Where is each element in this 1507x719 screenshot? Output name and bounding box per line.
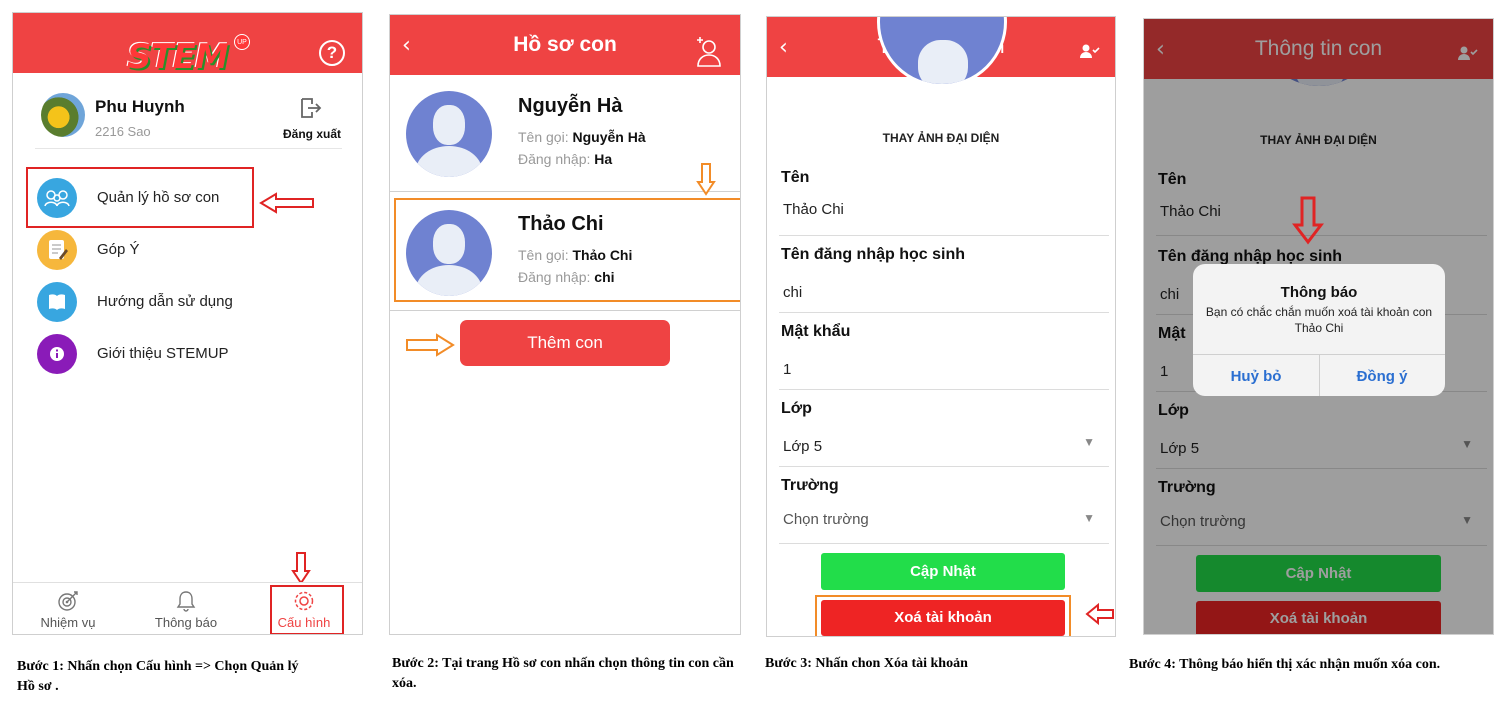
caption-step-3: Bước 3: Nhấn chon Xóa tài khoản — [765, 656, 968, 671]
screen-settings: STEM UP ? Phu Huynh 2216 Sao Đăng xuất Q… — [12, 12, 363, 635]
tab-notifications[interactable]: Thông báo — [146, 583, 226, 634]
logout-icon[interactable] — [298, 96, 322, 120]
menu-label: Hướng dẫn sử dụng — [97, 293, 233, 310]
highlight-box-delete — [815, 595, 1071, 636]
user-score: 2216 Sao — [95, 124, 151, 139]
screen-delete-confirm: ‹ Thông tin con THAY ẢNH ĐẠI DIỆN Tên Th… — [1143, 18, 1494, 635]
name-field[interactable]: Thảo Chi — [783, 201, 844, 218]
highlight-box-settings — [270, 585, 344, 634]
screen-child-profiles: ‹ Hồ sơ con Nguyễn Hà Tên gọi: Nguyễn Hà… — [389, 14, 741, 635]
login-label: Tên đăng nhập học sinh — [781, 246, 965, 263]
highlight-box-manage — [26, 167, 254, 228]
arrow-right-icon — [406, 333, 455, 357]
logo-up-badge: UP — [234, 34, 250, 50]
user-avatar — [41, 93, 85, 137]
caption-step-2: Bước 2: Tại trang Hồ sơ con nhấn chọn th… — [392, 656, 734, 691]
child-login-line: Đăng nhập: Ha — [518, 151, 613, 167]
school-select[interactable]: Chọn trường — [783, 511, 869, 528]
arrow-left-icon — [1085, 602, 1114, 626]
tab-label: Thông báo — [154, 615, 218, 630]
cancel-button[interactable]: Huỷ bỏ — [1193, 368, 1319, 385]
change-photo-link[interactable]: THAY ẢNH ĐẠI DIỆN — [767, 131, 1115, 145]
confirm-button[interactable]: Đồng ý — [1319, 368, 1445, 385]
caption-step-4: Bước 4: Thông báo hiển thị xác nhận muốn… — [1129, 657, 1441, 672]
book-icon — [37, 282, 77, 322]
divider — [779, 466, 1109, 467]
dropdown-caret-icon[interactable]: ▼ — [1083, 511, 1095, 525]
tab-missions[interactable]: Nhiệm vụ — [28, 583, 108, 634]
caption-step-1: Bước 1: Nhấn chọn Cấu hình => Chọn Quản … — [17, 659, 299, 694]
info-icon — [37, 334, 77, 374]
page-title: Hồ sơ con — [513, 33, 617, 56]
user-check-icon[interactable] — [1080, 43, 1100, 59]
menu-item-about[interactable]: Giới thiệu STEMUP — [35, 334, 335, 374]
divider — [779, 235, 1109, 236]
menu-item-guide[interactable]: Hướng dẫn sử dụng — [35, 282, 335, 322]
divider — [779, 389, 1109, 390]
menu-item-feedback[interactable]: Góp Ý — [35, 230, 335, 270]
add-child-button[interactable]: Thêm con — [460, 320, 670, 366]
divider — [779, 543, 1109, 544]
child-avatar — [406, 91, 492, 177]
help-icon[interactable]: ? — [319, 40, 345, 66]
confirm-dialog: Thông báo Bạn có chắc chắn muốn xoá tài … — [1193, 264, 1445, 396]
dialog-message: Bạn có chắc chắn muốn xoá tài khoản con … — [1205, 305, 1433, 335]
app-header: ‹ Hồ sơ con — [390, 15, 740, 75]
class-label: Lớp — [781, 400, 812, 417]
arrow-down-icon — [1292, 196, 1324, 245]
arrow-down-icon — [696, 163, 716, 196]
screen-child-info: ‹ Thông tin con THAY ẢNH ĐẠI DIỆN Tên Th… — [766, 16, 1116, 637]
arrow-left-icon — [259, 192, 314, 214]
logout-label[interactable]: Đăng xuất — [283, 127, 341, 141]
dialog-title: Thông báo — [1280, 284, 1358, 301]
class-select[interactable]: Lớp 5 — [783, 438, 822, 455]
child-login: Ha — [594, 151, 613, 167]
child-name: Nguyễn Hà — [518, 95, 623, 117]
child-nickname: Nguyễn Hà — [572, 129, 646, 145]
child-nickname-line: Tên gọi: Nguyễn Hà — [518, 129, 646, 145]
tab-label: Nhiệm vụ — [40, 615, 96, 630]
menu-label: Góp Ý — [97, 241, 140, 258]
password-field[interactable]: 1 — [783, 361, 791, 378]
user-name: Phu Huynh — [95, 97, 185, 116]
password-label: Mật khẩu — [781, 323, 851, 340]
notepad-icon — [37, 230, 77, 270]
add-user-icon[interactable] — [696, 35, 722, 67]
login-field[interactable]: chi — [783, 284, 802, 301]
menu-label: Giới thiệu STEMUP — [97, 345, 229, 362]
target-icon — [58, 591, 78, 611]
list-item-child[interactable]: Nguyễn Hà Tên gọi: Nguyễn Hà Đăng nhập: … — [390, 75, 740, 192]
divider — [35, 148, 342, 149]
school-label: Trường — [781, 477, 839, 494]
stem-logo: STEM — [127, 37, 229, 77]
app-header: STEM UP ? — [13, 13, 362, 77]
arrow-down-icon — [291, 552, 311, 585]
bell-icon — [176, 591, 196, 612]
dropdown-caret-icon[interactable]: ▼ — [1083, 435, 1095, 449]
update-button[interactable]: Cập Nhật — [821, 553, 1065, 590]
name-label: Tên — [781, 169, 810, 186]
highlight-box-child — [394, 198, 740, 302]
divider — [779, 312, 1109, 313]
